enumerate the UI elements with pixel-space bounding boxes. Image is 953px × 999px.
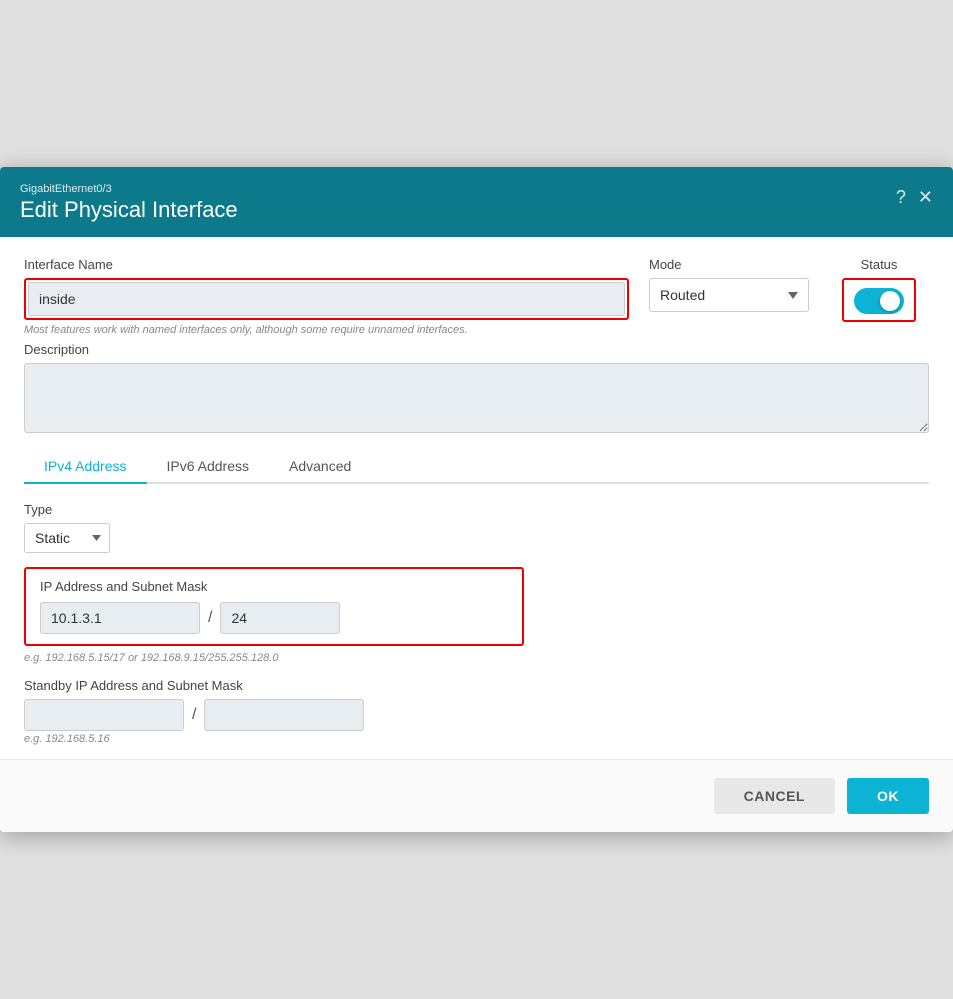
- type-select[interactable]: Static DHCP PPPoE: [24, 523, 110, 553]
- interface-name-label: Interface Name: [24, 257, 629, 272]
- ip-subnet-row: /: [40, 602, 508, 634]
- ipv4-tab-content: Type Static DHCP PPPoE IP Address and Su…: [24, 502, 929, 745]
- close-icon[interactable]: ✕: [918, 187, 933, 208]
- type-section: Type Static DHCP PPPoE: [24, 502, 929, 553]
- interface-name-red-border: [24, 278, 629, 320]
- help-icon[interactable]: ?: [896, 187, 906, 208]
- mode-section: Mode Routed Transparent Passive: [649, 257, 809, 312]
- tabs-row: IPv4 Address IPv6 Address Advanced: [24, 450, 929, 484]
- ok-button[interactable]: OK: [847, 778, 929, 814]
- top-row: Interface Name Most features work with n…: [24, 257, 929, 336]
- status-toggle-wrap: [842, 278, 916, 322]
- standby-subnet-input[interactable]: [204, 699, 364, 731]
- mode-label: Mode: [649, 257, 809, 272]
- ip-subnet-red-border: IP Address and Subnet Mask /: [24, 567, 524, 646]
- ip-address-hint: e.g. 192.168.5.15/17 or 192.168.9.15/255…: [24, 652, 929, 664]
- standby-hint: e.g. 192.168.5.16: [24, 733, 929, 745]
- dialog-title-block: GigabitEthernet0/3 Edit Physical Interfa…: [20, 183, 238, 223]
- interface-name-input[interactable]: [28, 282, 625, 316]
- standby-label: Standby IP Address and Subnet Mask: [24, 678, 929, 693]
- standby-ip-input[interactable]: [24, 699, 184, 731]
- description-label: Description: [24, 342, 929, 357]
- ip-address-label: IP Address and Subnet Mask: [40, 579, 508, 594]
- cancel-button[interactable]: CANCEL: [714, 778, 835, 814]
- tab-ipv4[interactable]: IPv4 Address: [24, 450, 147, 484]
- dialog-subtitle: GigabitEthernet0/3: [20, 183, 238, 195]
- status-toggle[interactable]: [854, 288, 904, 314]
- standby-row: /: [24, 699, 929, 731]
- subnet-mask-input[interactable]: [220, 602, 340, 634]
- tab-ipv6[interactable]: IPv6 Address: [147, 450, 270, 484]
- dialog-main-title: Edit Physical Interface: [20, 197, 238, 223]
- interface-name-hint: Most features work with named interfaces…: [24, 324, 629, 336]
- status-section: Status: [829, 257, 929, 322]
- toggle-slider: [854, 288, 904, 314]
- mode-select[interactable]: Routed Transparent Passive: [649, 278, 809, 312]
- dialog-header-actions: ? ✕: [896, 187, 933, 208]
- standby-section: Standby IP Address and Subnet Mask / e.g…: [24, 678, 929, 745]
- ip-address-section: IP Address and Subnet Mask / e.g. 192.16…: [24, 567, 929, 664]
- slash-separator: /: [208, 609, 212, 627]
- description-textarea[interactable]: [24, 363, 929, 433]
- dialog-body: Interface Name Most features work with n…: [0, 237, 953, 745]
- interface-name-section: Interface Name Most features work with n…: [24, 257, 629, 336]
- edit-physical-interface-dialog: GigabitEthernet0/3 Edit Physical Interfa…: [0, 167, 953, 832]
- dialog-footer: CANCEL OK: [0, 759, 953, 832]
- tab-advanced[interactable]: Advanced: [269, 450, 371, 484]
- type-label: Type: [24, 502, 929, 517]
- standby-slash: /: [192, 706, 196, 724]
- dialog-header: GigabitEthernet0/3 Edit Physical Interfa…: [0, 167, 953, 237]
- ip-address-input[interactable]: [40, 602, 200, 634]
- description-section: Description: [24, 342, 929, 436]
- status-label: Status: [861, 257, 898, 272]
